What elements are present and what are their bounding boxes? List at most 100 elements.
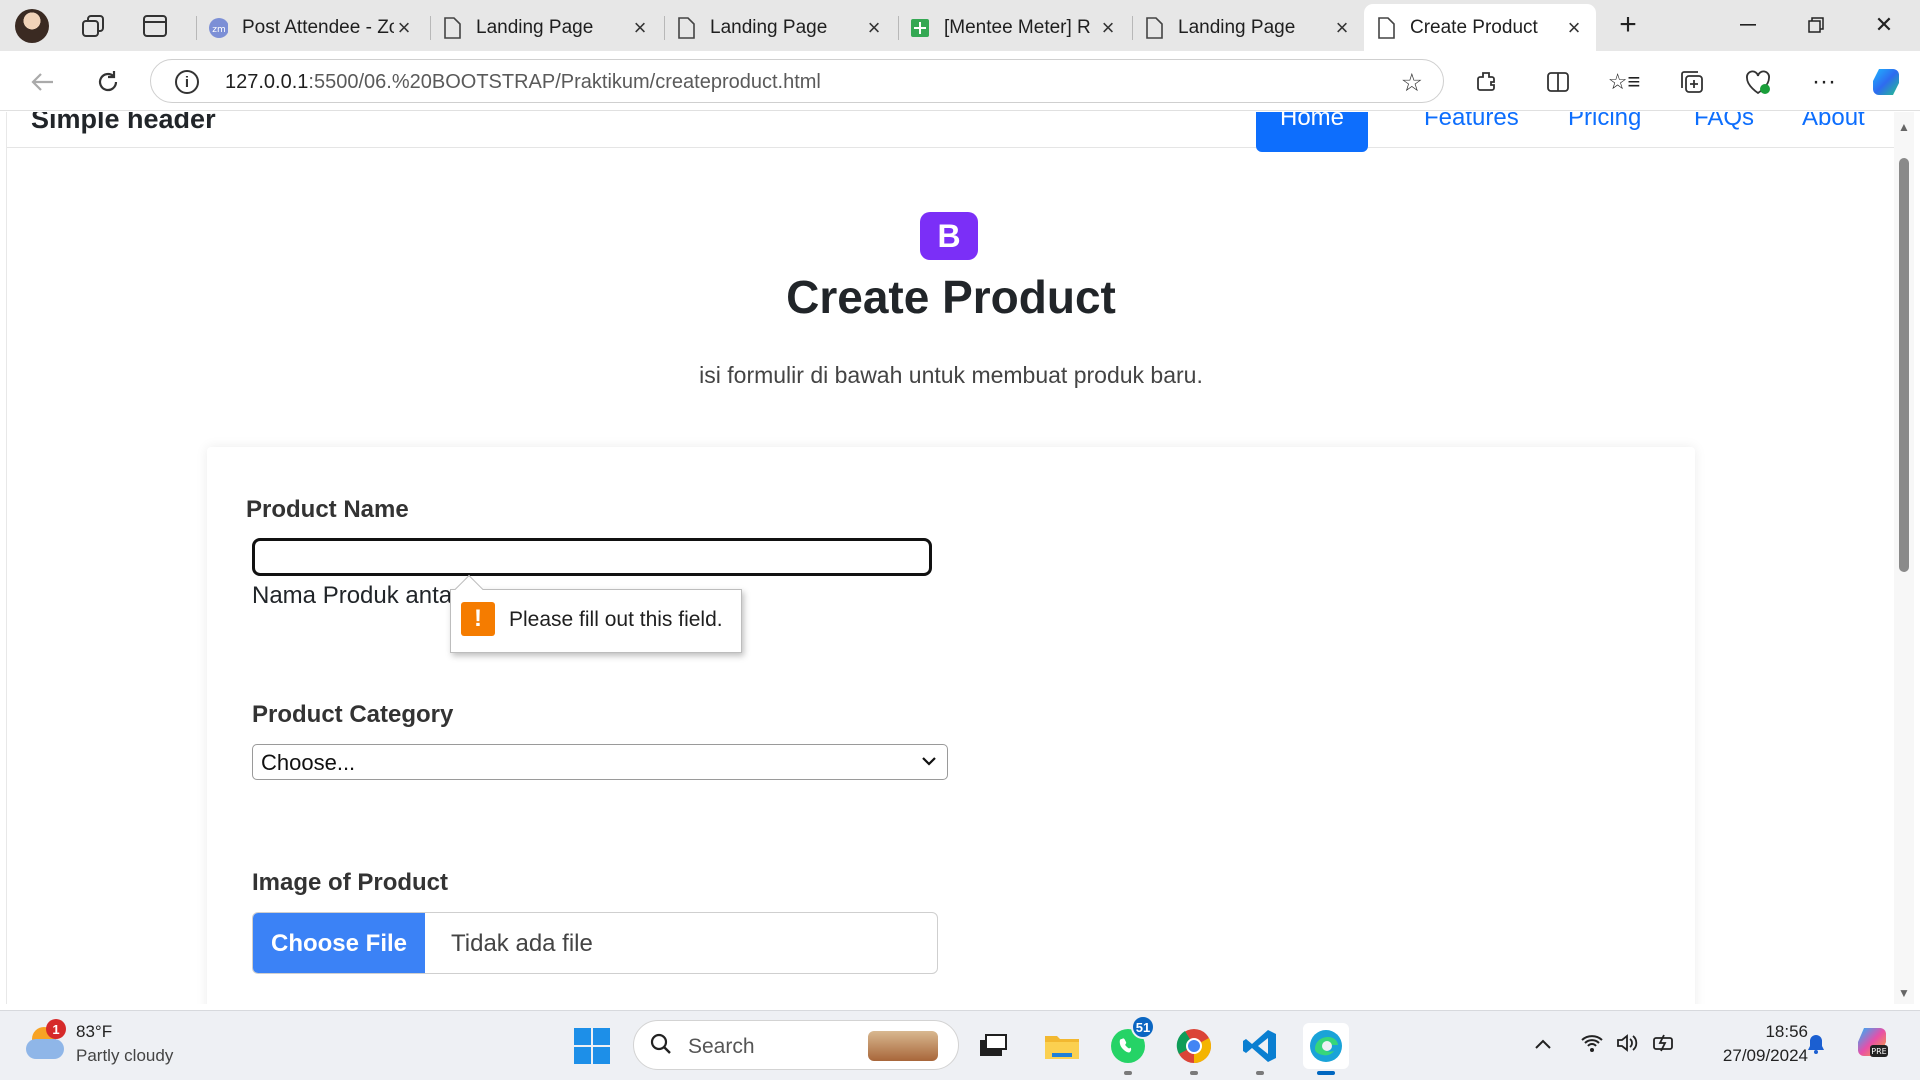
product-category-label: Product Category bbox=[252, 701, 454, 728]
scrollbar-thumb[interactable] bbox=[1899, 158, 1909, 572]
whatsapp-icon[interactable]: 51 bbox=[1105, 1015, 1155, 1075]
page-icon bbox=[442, 16, 462, 39]
warning-icon: ! bbox=[461, 602, 495, 636]
back-arrow-icon[interactable] bbox=[24, 64, 60, 100]
favorite-star-icon[interactable]: ☆ bbox=[1401, 68, 1423, 98]
browser-tab-strip: zm Post Attendee - Zoom × Landing Page ×… bbox=[0, 0, 1920, 51]
sheets-icon bbox=[910, 17, 930, 39]
tab-title: Landing Page bbox=[1178, 16, 1296, 38]
page-lead: isi formulir di bawah untuk membuat prod… bbox=[699, 362, 1203, 388]
notification-bell-icon[interactable] bbox=[1806, 1033, 1826, 1061]
tab-actions-icon[interactable] bbox=[140, 12, 170, 40]
split-screen-icon[interactable] bbox=[1540, 64, 1576, 100]
collections-icon[interactable] bbox=[1674, 64, 1710, 100]
tab-title: Landing Page bbox=[476, 16, 594, 38]
weather-icon[interactable]: 1 bbox=[26, 1019, 66, 1061]
url-path: :5500/06.%20BOOTSTRAP/Praktikum/createpr… bbox=[308, 71, 821, 93]
site-header: Simple header Home Features Pricing FAQs… bbox=[7, 112, 1894, 152]
restore-button[interactable] bbox=[1796, 10, 1836, 40]
close-window-button[interactable]: ✕ bbox=[1864, 10, 1904, 40]
address-bar[interactable]: i 127.0.0.1:5500/06.%20BOOTSTRAP/Praktik… bbox=[150, 59, 1444, 103]
close-icon[interactable]: × bbox=[1564, 15, 1584, 40]
clock-date[interactable]: 27/09/2024 bbox=[1700, 1046, 1808, 1066]
scroll-down-icon[interactable]: ▼ bbox=[1898, 986, 1910, 1000]
edge-icon[interactable] bbox=[1303, 1023, 1349, 1075]
zoom-icon: zm bbox=[208, 17, 228, 39]
validation-tooltip: ! Please fill out this field. bbox=[450, 574, 742, 653]
tab-title: Post Attendee - Zoom bbox=[242, 16, 394, 38]
browser-toolbar: i 127.0.0.1:5500/06.%20BOOTSTRAP/Praktik… bbox=[0, 51, 1920, 111]
tab-title: [Mentee Meter] R bbox=[944, 16, 1091, 38]
taskbar-search[interactable]: Search bbox=[633, 1020, 959, 1070]
workspaces-icon[interactable] bbox=[78, 12, 108, 40]
page-icon bbox=[1144, 16, 1164, 39]
tab-landing-page-3[interactable]: Landing Page × bbox=[1132, 4, 1364, 51]
site-info-icon[interactable]: i bbox=[175, 70, 199, 94]
page-title: Create Product bbox=[786, 271, 1116, 323]
page-icon bbox=[676, 16, 696, 39]
close-icon[interactable]: × bbox=[864, 15, 884, 40]
tooltip-message: Please fill out this field. bbox=[509, 608, 723, 631]
page-icon bbox=[1376, 16, 1396, 39]
clock-time[interactable]: 18:56 bbox=[1752, 1022, 1808, 1042]
nav-faqs[interactable]: FAQs bbox=[1694, 112, 1754, 132]
browser-essentials-icon[interactable] bbox=[1740, 64, 1776, 100]
bootstrap-logo: B bbox=[920, 212, 978, 260]
windows-start-icon[interactable] bbox=[574, 1028, 610, 1064]
tab-mentee-meter[interactable]: [Mentee Meter] R × bbox=[898, 4, 1130, 51]
favorites-icon[interactable]: ☆≡ bbox=[1606, 64, 1642, 100]
new-tab-button[interactable]: + bbox=[1608, 8, 1648, 41]
tab-title: Create Product bbox=[1410, 16, 1538, 38]
profile-avatar[interactable] bbox=[15, 9, 49, 43]
url-host: 127.0.0.1 bbox=[225, 71, 309, 93]
svg-text:zm: zm bbox=[212, 25, 226, 35]
tab-zoom[interactable]: zm Post Attendee - Zoom × bbox=[196, 4, 426, 51]
product-image-file-input[interactable]: Choose File Tidak ada file bbox=[252, 912, 938, 974]
weather-condition[interactable]: Partly cloudy bbox=[76, 1046, 173, 1066]
tab-create-product[interactable]: Create Product × bbox=[1364, 4, 1596, 51]
more-options-icon[interactable]: ··· bbox=[1806, 64, 1842, 100]
product-name-help: Nama Produk anta bbox=[252, 582, 453, 609]
nav-pricing[interactable]: Pricing bbox=[1568, 112, 1641, 132]
page-scrollbar[interactable]: ▲ ▼ bbox=[1894, 112, 1914, 1004]
url-text[interactable]: 127.0.0.1:5500/06.%20BOOTSTRAP/Praktikum… bbox=[225, 71, 821, 94]
close-icon[interactable]: × bbox=[1098, 15, 1118, 40]
tab-landing-page-2[interactable]: Landing Page × bbox=[664, 4, 896, 51]
product-category-select[interactable]: Choose... bbox=[252, 744, 948, 780]
vscode-icon[interactable] bbox=[1237, 1023, 1283, 1075]
weather-temp[interactable]: 83°F bbox=[76, 1022, 112, 1042]
windows-taskbar: 1 83°F Partly cloudy Search 51 18:56 27/… bbox=[0, 1010, 1920, 1080]
svg-text:PRE: PRE bbox=[1871, 1047, 1886, 1056]
whatsapp-badge: 51 bbox=[1131, 1015, 1155, 1039]
image-of-product-label: Image of Product bbox=[252, 869, 449, 896]
refresh-icon[interactable] bbox=[90, 64, 126, 100]
close-icon[interactable]: × bbox=[630, 15, 650, 40]
battery-charging-icon[interactable] bbox=[1652, 1033, 1678, 1059]
minimize-button[interactable] bbox=[1728, 10, 1768, 40]
file-explorer-icon[interactable] bbox=[1039, 1023, 1085, 1069]
search-highlight-image bbox=[868, 1031, 938, 1061]
nav-features[interactable]: Features bbox=[1424, 112, 1519, 132]
close-icon[interactable]: × bbox=[1332, 15, 1352, 40]
product-name-label: Product Name bbox=[246, 496, 409, 523]
nav-about[interactable]: About bbox=[1802, 112, 1865, 132]
tab-landing-page-1[interactable]: Landing Page × bbox=[430, 4, 662, 51]
select-value: Choose... bbox=[261, 750, 356, 775]
volume-icon[interactable] bbox=[1616, 1033, 1640, 1059]
file-name-text: Tidak ada file bbox=[451, 930, 593, 957]
copilot-icon[interactable] bbox=[1868, 64, 1904, 100]
chrome-icon[interactable] bbox=[1171, 1023, 1217, 1075]
nav-home[interactable]: Home bbox=[1256, 112, 1369, 152]
close-icon[interactable]: × bbox=[394, 15, 414, 40]
show-hidden-icons-chevron-icon[interactable] bbox=[1534, 1033, 1552, 1056]
copilot-taskbar-icon[interactable]: PRE bbox=[1854, 1025, 1890, 1067]
product-name-input[interactable] bbox=[252, 538, 932, 576]
search-icon bbox=[650, 1033, 672, 1061]
wifi-icon[interactable] bbox=[1580, 1033, 1604, 1059]
chevron-down-icon bbox=[921, 751, 937, 772]
extensions-icon[interactable] bbox=[1468, 64, 1504, 100]
site-brand[interactable]: Simple header bbox=[31, 112, 216, 135]
task-view-icon[interactable] bbox=[970, 1023, 1016, 1069]
scroll-up-icon[interactable]: ▲ bbox=[1898, 120, 1910, 134]
choose-file-button[interactable]: Choose File bbox=[253, 913, 425, 973]
